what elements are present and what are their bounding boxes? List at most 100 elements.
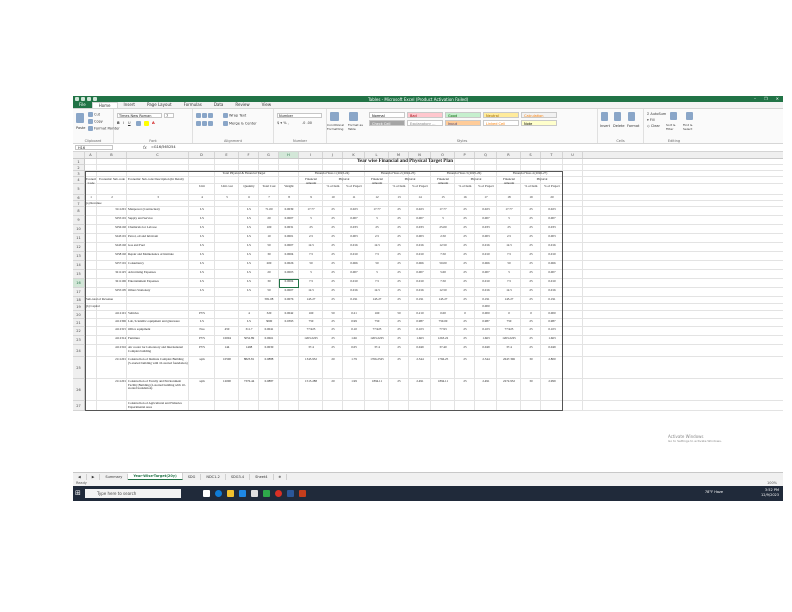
- cut-button[interactable]: Cut: [88, 112, 100, 117]
- row-header-16[interactable]: 16: [73, 279, 85, 288]
- row-header-20[interactable]: 20: [73, 311, 85, 319]
- italic-button[interactable]: I: [123, 121, 124, 125]
- row-header-27[interactable]: 27: [73, 401, 85, 411]
- column-header-e[interactable]: E: [215, 152, 239, 158]
- row-header-9[interactable]: 9: [73, 216, 85, 225]
- column-header-d[interactable]: D: [189, 152, 215, 158]
- underline-button[interactable]: U: [128, 121, 131, 125]
- bold-button[interactable]: B: [117, 121, 120, 125]
- fx-icon[interactable]: fx: [143, 145, 147, 150]
- store-icon[interactable]: [251, 490, 258, 497]
- undo-icon[interactable]: [87, 97, 91, 101]
- cell-style-normal[interactable]: Normal: [369, 112, 405, 118]
- sheet-nav-next[interactable]: ▶: [87, 473, 101, 480]
- weather-widget[interactable]: 78°F Haze: [705, 490, 723, 494]
- select-all-corner[interactable]: [73, 152, 85, 158]
- fill-button[interactable]: ▾ Fill: [647, 118, 655, 122]
- copy-button[interactable]: Copy: [88, 119, 103, 124]
- column-header-u[interactable]: U: [563, 152, 583, 158]
- file-explorer-icon[interactable]: [227, 490, 234, 497]
- powerpoint-taskbar-icon[interactable]: [299, 490, 306, 497]
- conditional-formatting-button[interactable]: [330, 112, 340, 121]
- align-top-icon[interactable]: [196, 113, 214, 118]
- row-header-26[interactable]: 26: [73, 379, 85, 401]
- taskbar-search-input[interactable]: Type here to search: [85, 489, 181, 498]
- name-box[interactable]: H16: [75, 145, 113, 150]
- insert-cells-button[interactable]: [601, 112, 609, 121]
- tab-formulas[interactable]: Formulas: [178, 102, 208, 108]
- column-header-k[interactable]: K: [343, 152, 365, 158]
- edge-icon[interactable]: [215, 490, 222, 497]
- column-header-q[interactable]: Q: [475, 152, 497, 158]
- column-header-a[interactable]: A: [85, 152, 97, 158]
- add-sheet-button[interactable]: ⊕: [274, 473, 288, 480]
- sheet-tab-sdg[interactable]: SDG: [183, 473, 202, 480]
- column-header-f[interactable]: F: [239, 152, 259, 158]
- row-header-10[interactable]: 10: [73, 225, 85, 234]
- row-header-24[interactable]: 24: [73, 345, 85, 357]
- row-header-17[interactable]: 17: [73, 288, 85, 297]
- currency-button[interactable]: $ ▾ % ,: [277, 121, 289, 125]
- sheet-tab-summary[interactable]: Summary: [100, 473, 129, 480]
- redo-icon[interactable]: [93, 97, 97, 101]
- row-header-12[interactable]: 12: [73, 243, 85, 252]
- row-header-19[interactable]: 19: [73, 304, 85, 311]
- merge-center-button[interactable]: Merge & Center: [223, 121, 257, 126]
- row-header-15[interactable]: 15: [73, 270, 85, 279]
- cell-style-note[interactable]: Note: [521, 120, 557, 126]
- column-header-r[interactable]: R: [497, 152, 521, 158]
- excel-taskbar-icon[interactable]: [263, 490, 270, 497]
- save-icon[interactable]: [81, 97, 85, 101]
- fill-color-button[interactable]: [144, 121, 150, 126]
- row-header-5[interactable]: 5: [73, 184, 85, 195]
- tab-review[interactable]: Review: [229, 102, 255, 108]
- format-cells-button[interactable]: [628, 112, 636, 121]
- row-header-22[interactable]: 22: [73, 327, 85, 336]
- column-header-p[interactable]: P: [455, 152, 475, 158]
- column-header-o[interactable]: O: [431, 152, 455, 158]
- column-header-n[interactable]: N: [409, 152, 431, 158]
- row-header-11[interactable]: 11: [73, 234, 85, 243]
- decimal-buttons[interactable]: .0 .00: [302, 121, 312, 125]
- mail-icon[interactable]: [239, 490, 246, 497]
- cell-style-bad[interactable]: Bad: [407, 112, 443, 118]
- cell-style-linked-cell[interactable]: Linked Cell: [483, 120, 519, 126]
- sheet-tab-year-wise-target-20y-[interactable]: Year-Wise-Target(20y): [128, 473, 183, 480]
- clock-date[interactable]: 12/9/2023: [761, 493, 779, 498]
- row-header-18[interactable]: 18: [73, 297, 85, 304]
- sheet-tab-sheet4[interactable]: Sheet4: [250, 473, 274, 480]
- column-header-m[interactable]: M: [389, 152, 409, 158]
- word-taskbar-icon[interactable]: [287, 490, 294, 497]
- tab-file[interactable]: File: [73, 102, 92, 108]
- start-icon[interactable]: ⊞: [75, 489, 83, 497]
- sheet-nav-prev[interactable]: ◀: [73, 473, 87, 480]
- borders-button[interactable]: [136, 121, 142, 126]
- cell-style-good[interactable]: Good: [445, 112, 481, 118]
- row-header-8[interactable]: 8: [73, 207, 85, 216]
- number-format-select[interactable]: Number: [277, 113, 322, 118]
- chrome-icon[interactable]: [275, 490, 282, 497]
- column-header-i[interactable]: I: [299, 152, 323, 158]
- close-button[interactable]: ✕: [776, 96, 779, 101]
- tab-view[interactable]: View: [256, 102, 278, 108]
- cell-style-check-cell[interactable]: Check Cell: [369, 120, 405, 126]
- format-as-table-button[interactable]: [349, 112, 359, 121]
- formula-input[interactable]: =G16/565254: [151, 145, 176, 150]
- row-header-25[interactable]: 25: [73, 357, 85, 379]
- tab-page-layout[interactable]: Page Layout: [141, 102, 178, 108]
- font-name-select[interactable]: Times New Roman: [117, 113, 162, 118]
- row-header-14[interactable]: 14: [73, 261, 85, 270]
- sheet-tab-sdg3-4[interactable]: SDG3-4: [226, 473, 251, 480]
- column-header-j[interactable]: J: [323, 152, 343, 158]
- column-header-s[interactable]: S: [521, 152, 541, 158]
- find-select-button[interactable]: [686, 112, 694, 120]
- column-header-h[interactable]: H: [279, 152, 299, 158]
- delete-cells-button[interactable]: [614, 112, 622, 121]
- cell-style-input[interactable]: Input: [445, 120, 481, 126]
- column-header-l[interactable]: L: [365, 152, 389, 158]
- column-header-c[interactable]: C: [127, 152, 189, 158]
- sort-filter-button[interactable]: [670, 112, 678, 120]
- cell-style-calculation[interactable]: Calculation: [521, 112, 557, 118]
- font-size-select[interactable]: 7: [164, 113, 174, 118]
- row-header-21[interactable]: 21: [73, 319, 85, 327]
